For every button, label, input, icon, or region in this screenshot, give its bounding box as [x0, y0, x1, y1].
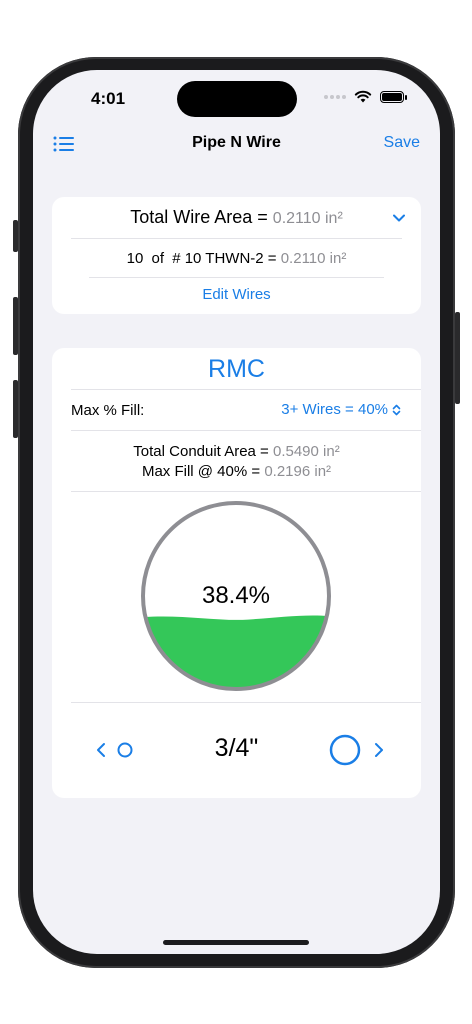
fill-level-wave: [143, 615, 329, 689]
edit-wires-button[interactable]: Edit Wires: [52, 286, 421, 303]
wire-of: of: [151, 250, 165, 267]
max-fill-selection: 3+ Wires = 40%: [281, 401, 388, 418]
wire-area-value: 0.2110 in²: [280, 250, 347, 267]
save-button[interactable]: Save: [384, 134, 420, 152]
divider: [71, 702, 421, 703]
total-wire-area-row[interactable]: Total Wire Area = 0.2110 in²: [52, 207, 421, 228]
screen: 4:01 Pipe N Wire Save Total Wire Area = …: [33, 70, 440, 954]
volume-down-button: [13, 380, 18, 438]
total-wire-area-value: 0.2110 in²: [272, 210, 343, 227]
wire-summary-card: Total Wire Area = 0.2110 in² 10 of # 10 …: [52, 197, 421, 314]
divider: [71, 491, 421, 492]
chevron-down-icon[interactable]: [393, 214, 405, 222]
divider: [71, 430, 421, 431]
wifi-icon: [354, 90, 372, 103]
max-fill-area-label: Max Fill @ 40% =: [141, 463, 261, 480]
wire-count: 10: [126, 250, 144, 267]
volume-up-button: [13, 297, 18, 355]
divider: [89, 277, 384, 278]
conduit-size: 3/4": [214, 734, 259, 762]
chevron-right-icon[interactable]: [374, 742, 384, 758]
wire-type: # 10 THWN-2 =: [172, 250, 277, 267]
silent-switch: [13, 220, 18, 252]
max-fill-area-value: 0.2196 in²: [264, 463, 332, 480]
signal-icon: [324, 94, 346, 99]
page-title: Pipe N Wire: [192, 134, 281, 151]
total-conduit-area-label: Total Conduit Area =: [133, 443, 269, 460]
max-fill-label: Max % Fill:: [71, 402, 145, 419]
total-conduit-area-value: 0.5490 in²: [272, 443, 340, 460]
navigation-bar: Pipe N Wire Save: [33, 130, 440, 160]
size-selector: 3/4": [52, 728, 421, 768]
total-conduit-area-row: Total Conduit Area = 0.5490 in²: [52, 443, 421, 460]
chevron-up-down-icon: [392, 404, 401, 415]
max-fill-area-row: Max Fill @ 40% = 0.2196 in²: [52, 463, 421, 480]
wire-list-item: 10 of # 10 THWN-2 = 0.2110 in²: [52, 250, 421, 267]
conduit-type-title[interactable]: RMC: [52, 355, 421, 384]
dynamic-island: [177, 81, 297, 117]
status-icons: [324, 90, 407, 103]
battery-icon: [380, 90, 407, 103]
status-time: 4:01: [91, 89, 126, 108]
total-wire-area-label: Total Wire Area =: [130, 207, 268, 227]
divider: [71, 238, 402, 239]
fill-percent: 38.4%: [201, 582, 271, 609]
home-indicator: [163, 940, 309, 945]
fill-gauge: 38.4%: [138, 498, 334, 694]
large-circle-icon[interactable]: [329, 734, 361, 766]
divider: [71, 389, 421, 390]
power-button: [455, 312, 460, 404]
max-fill-picker[interactable]: 3+ Wires = 40%: [281, 401, 401, 418]
conduit-card: RMC Max % Fill: 3+ Wires = 40% Total Con…: [52, 348, 421, 798]
